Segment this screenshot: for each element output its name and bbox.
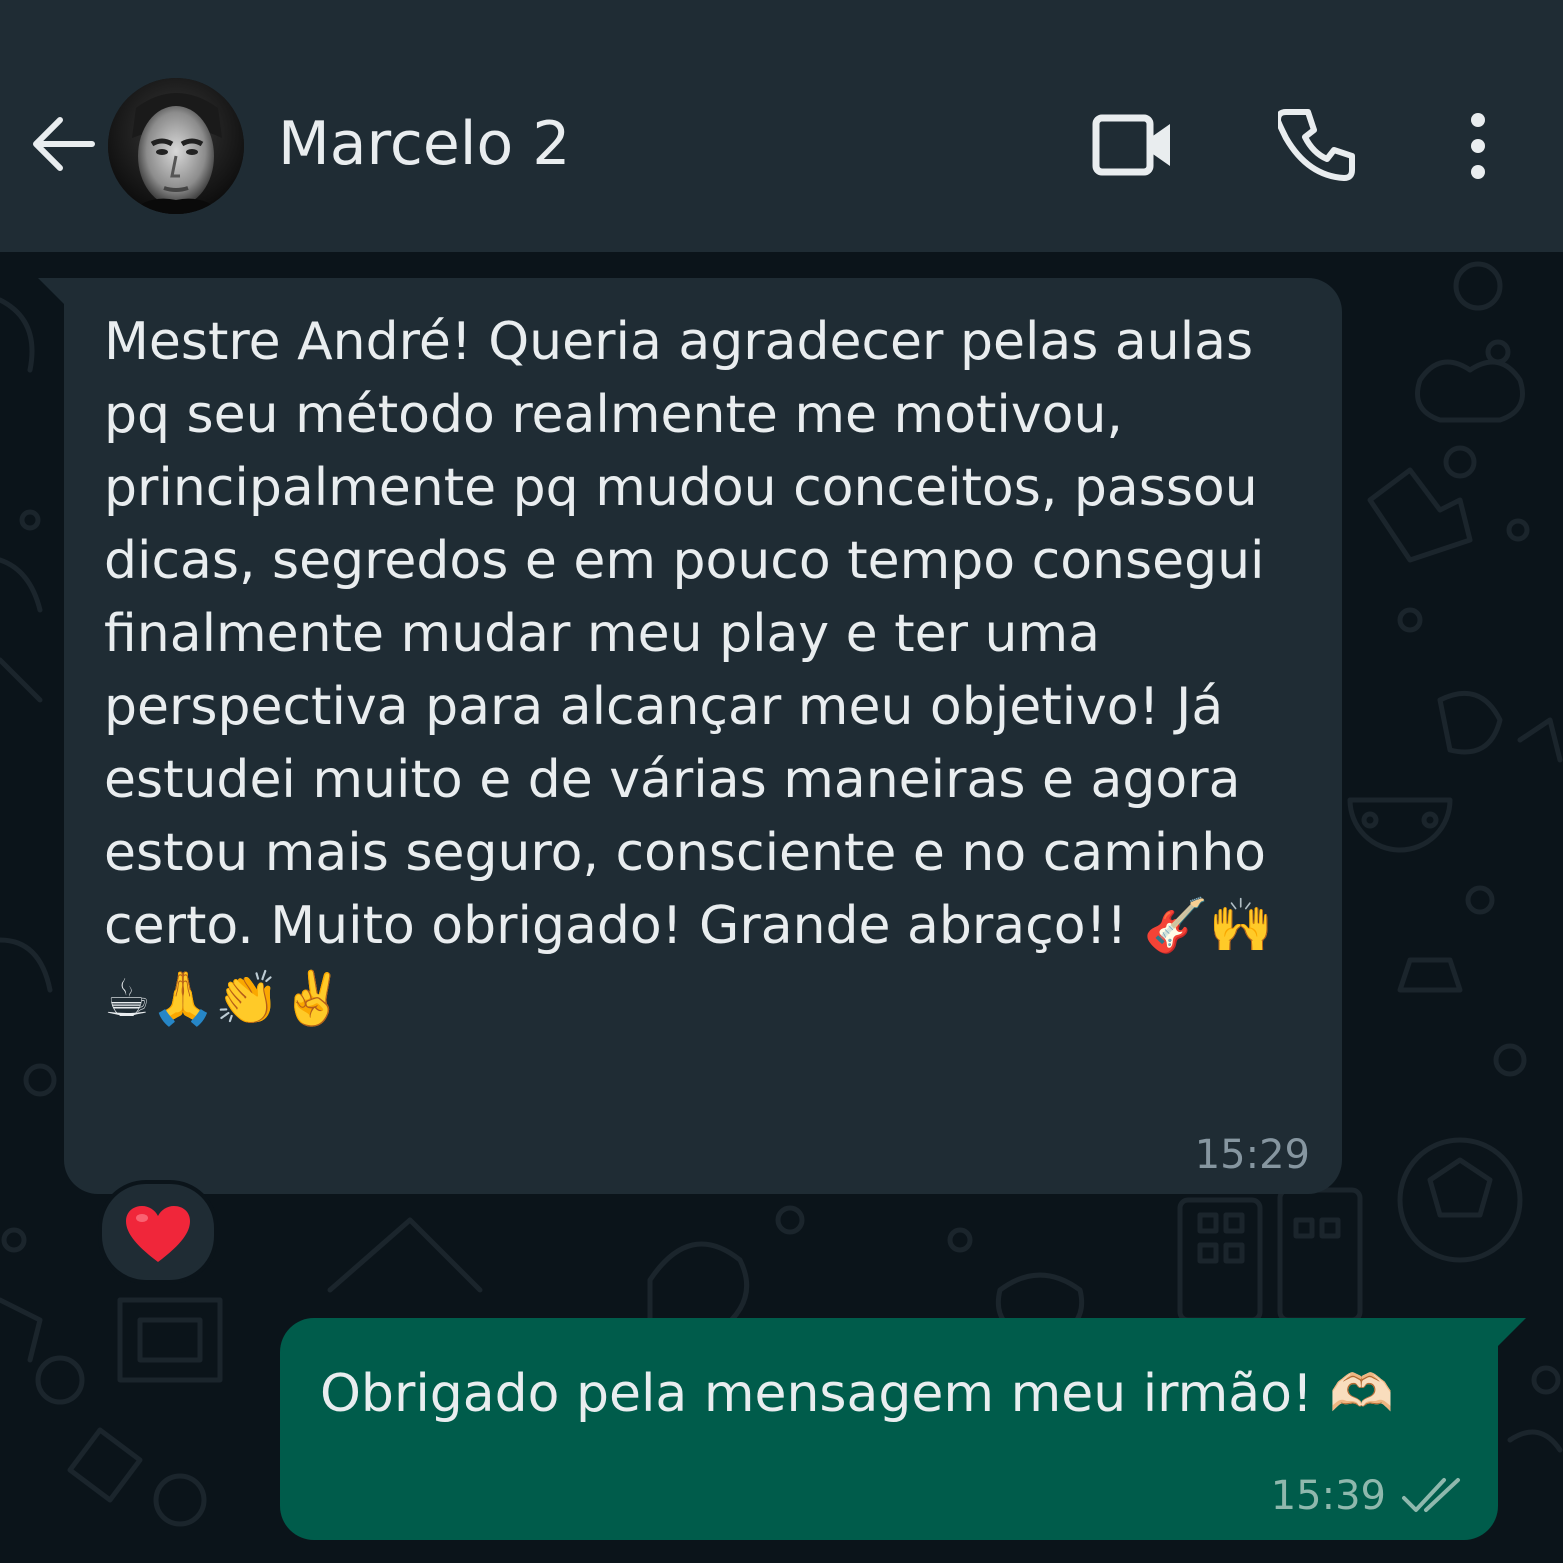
more-vertical-icon (1471, 113, 1485, 179)
incoming-message-bubble[interactable]: Mestre André! Queria agradecer pelas aul… (64, 278, 1342, 1194)
avatar-photo (108, 78, 244, 214)
chat-screen: Marcelo 2 Mestre André! Queria agradecer… (0, 0, 1563, 1563)
phone-icon (1275, 109, 1355, 181)
double-check-read-icon (1402, 1478, 1460, 1512)
heart-icon (126, 1206, 190, 1262)
outgoing-message-time: 15:39 (1270, 1473, 1386, 1519)
video-camera-icon (1092, 114, 1170, 176)
chat-header: Marcelo 2 (0, 0, 1563, 252)
back-button[interactable] (26, 108, 98, 180)
voice-call-button[interactable] (1275, 106, 1358, 186)
contact-name[interactable]: Marcelo 2 (278, 108, 570, 180)
outgoing-message-bubble[interactable]: Obrigado pela mensagem meu irmão! 🫶🏻 15:… (280, 1318, 1498, 1540)
reaction-badge[interactable] (98, 1180, 218, 1284)
outgoing-message-meta: 15:39 (1271, 1466, 1464, 1526)
overflow-menu-button[interactable] (1454, 106, 1502, 186)
arrow-left-icon (33, 117, 95, 171)
video-call-button[interactable] (1090, 108, 1176, 182)
outgoing-bubble-tail (1494, 1318, 1526, 1350)
outgoing-message-text: Obrigado pela mensagem meu irmão! 🫶🏻 (320, 1364, 1395, 1424)
incoming-message-text: Mestre André! Queria agradecer pelas aul… (104, 312, 1283, 1029)
incoming-message-time: 15:29 (1194, 1132, 1310, 1178)
contact-avatar[interactable] (108, 78, 244, 214)
